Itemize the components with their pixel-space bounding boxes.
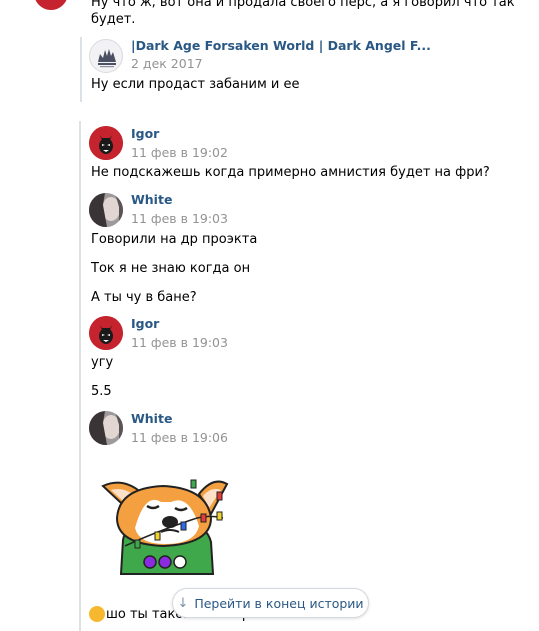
arrow-down-icon: ↓ <box>177 595 189 611</box>
scream-emoji-icon <box>89 606 105 622</box>
quote-text: Ну если продаст забаним и ее <box>91 77 300 92</box>
message-time[interactable]: 11 фев в 19:03 <box>131 335 228 350</box>
avatar-igor[interactable] <box>89 316 123 350</box>
message-text: А ты чу в бане? <box>91 290 197 305</box>
message-text: Ну что ж, вот она и продала своего перс,… <box>91 0 515 10</box>
author-name[interactable]: Igor <box>131 316 159 331</box>
message-text: угу <box>91 355 114 370</box>
author-name[interactable]: Igor <box>131 126 159 141</box>
quote-line <box>80 37 82 102</box>
quote-date[interactable]: 2 дек 2017 <box>131 56 203 71</box>
message-text: Ток я не знаю когда он <box>91 261 251 276</box>
quote-source-link[interactable]: |Dark Age Forsaken World | Dark Angel F.… <box>131 38 431 53</box>
message-text: Не подскажешь когда примерно амнистия бу… <box>91 165 490 180</box>
author-name[interactable]: White <box>131 192 172 207</box>
message-text: будет. <box>91 12 136 27</box>
scroll-to-end-button[interactable]: ↓ Перейти в конец истории <box>172 588 369 618</box>
avatar-white[interactable] <box>89 193 123 227</box>
message-time[interactable]: 11 фев в 19:06 <box>131 430 228 445</box>
author-name[interactable]: White <box>131 411 172 426</box>
message-text: 5.5 <box>91 384 112 399</box>
group-logo[interactable] <box>89 39 123 73</box>
thread-line <box>79 121 81 631</box>
message-time[interactable]: 11 фев в 19:02 <box>131 145 228 160</box>
message-time[interactable]: 11 фев в 19:03 <box>131 211 228 226</box>
avatar-igor[interactable] <box>89 126 123 160</box>
avatar-white[interactable] <box>89 411 123 445</box>
avatar-igor-top[interactable] <box>34 0 68 10</box>
message-text: Говорили на др проэкта <box>91 232 258 247</box>
scroll-to-end-label: Перейти в конец истории <box>194 595 364 611</box>
corgi-sticker[interactable] <box>95 462 235 582</box>
